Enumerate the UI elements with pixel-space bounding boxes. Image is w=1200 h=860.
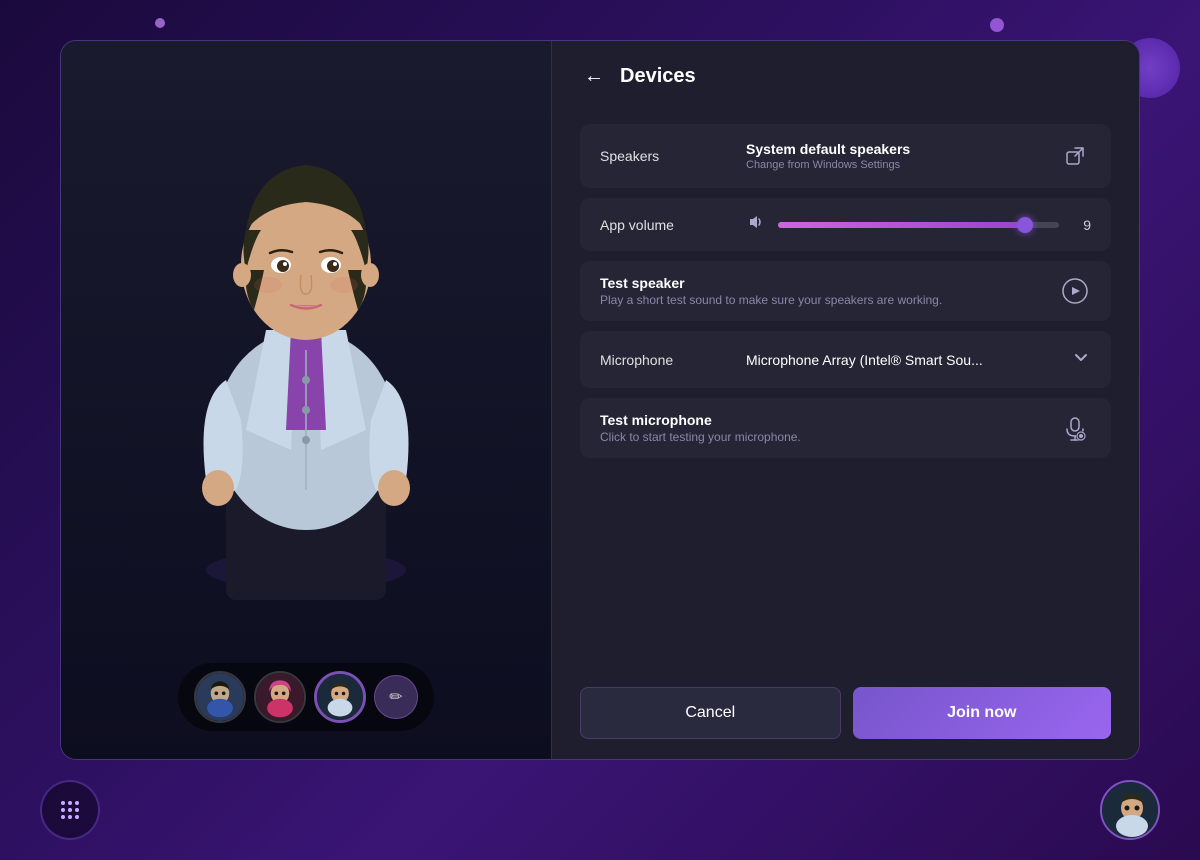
bottom-bar: Cancel Join now	[552, 667, 1139, 759]
speakers-row: Speakers System default speakers Change …	[580, 124, 1111, 188]
test-microphone-button[interactable]	[1059, 412, 1091, 444]
test-microphone-title: Test microphone	[600, 412, 801, 428]
speakers-external-link-button[interactable]	[1059, 140, 1091, 172]
test-speaker-play-button[interactable]	[1059, 275, 1091, 307]
avatar-svg	[146, 110, 466, 610]
test-microphone-text: Test microphone Click to start testing y…	[600, 412, 801, 444]
test-speaker-row: Test speaker Play a short test sound to …	[580, 261, 1111, 321]
volume-slider[interactable]	[778, 222, 1059, 228]
microphone-row: Microphone Microphone Array (Intel® Smar…	[580, 331, 1111, 388]
speakers-value-box: System default speakers Change from Wind…	[746, 140, 1091, 172]
bg-decoration-2	[990, 18, 1004, 32]
edit-avatar-button[interactable]: ✏	[374, 675, 418, 719]
devices-title: Devices	[620, 65, 696, 88]
volume-label: App volume	[600, 217, 730, 233]
avatar-option-1[interactable]	[194, 671, 246, 723]
left-panel: ✏	[61, 41, 551, 759]
speakers-value-sub: Change from Windows Settings	[746, 159, 910, 171]
user-avatar-icon	[1102, 782, 1160, 840]
avatar-option-3[interactable]	[314, 671, 366, 723]
main-card: ✏ ← Devices Speakers System default spea…	[60, 40, 1140, 760]
speakers-value-text: System default speakers Change from Wind…	[746, 141, 910, 171]
microphone-value: Microphone Array (Intel® Smart Sou...	[746, 352, 983, 368]
devices-header: ← Devices	[552, 41, 1139, 108]
chevron-icon-svg	[1071, 347, 1091, 367]
microphone-label: Microphone	[600, 352, 730, 368]
grid-icon	[58, 798, 82, 822]
user-avatar-button[interactable]	[1100, 780, 1160, 840]
speaker-icon	[746, 212, 766, 232]
external-link-icon	[1065, 146, 1085, 166]
cancel-button[interactable]: Cancel	[580, 687, 841, 739]
join-now-button[interactable]: Join now	[853, 687, 1112, 739]
app-volume-row: App volume 9	[580, 198, 1111, 251]
apps-grid-button[interactable]	[40, 780, 100, 840]
test-speaker-title: Test speaker	[600, 275, 942, 291]
chevron-down-icon	[1071, 347, 1091, 372]
bg-decoration-1	[155, 18, 165, 28]
avatar-option-2[interactable]	[254, 671, 306, 723]
test-speaker-subtitle: Play a short test sound to make sure you…	[600, 293, 942, 307]
right-panel: ← Devices Speakers System default speake…	[552, 41, 1139, 759]
speakers-value-main: System default speakers	[746, 141, 910, 157]
microphone-icon	[1061, 414, 1089, 442]
volume-track	[778, 222, 1059, 228]
avatar-main-area	[61, 41, 551, 679]
microphone-dropdown[interactable]: Microphone Array (Intel® Smart Sou...	[746, 347, 1091, 372]
volume-icon	[746, 212, 766, 237]
volume-controls: 9	[746, 212, 1091, 237]
test-microphone-subtitle: Click to start testing your microphone.	[600, 430, 801, 444]
speakers-label: Speakers	[600, 148, 730, 164]
pencil-icon: ✏	[389, 687, 402, 707]
back-button[interactable]: ←	[584, 65, 604, 88]
volume-value: 9	[1071, 217, 1091, 233]
devices-content: Speakers System default speakers Change …	[552, 108, 1139, 667]
play-icon	[1061, 277, 1089, 305]
test-microphone-row: Test microphone Click to start testing y…	[580, 398, 1111, 458]
volume-fill	[778, 222, 1025, 228]
volume-thumb[interactable]	[1017, 217, 1033, 233]
taskbar	[0, 760, 1200, 860]
avatar-selection-strip: ✏	[178, 663, 434, 731]
test-speaker-text: Test speaker Play a short test sound to …	[600, 275, 942, 307]
